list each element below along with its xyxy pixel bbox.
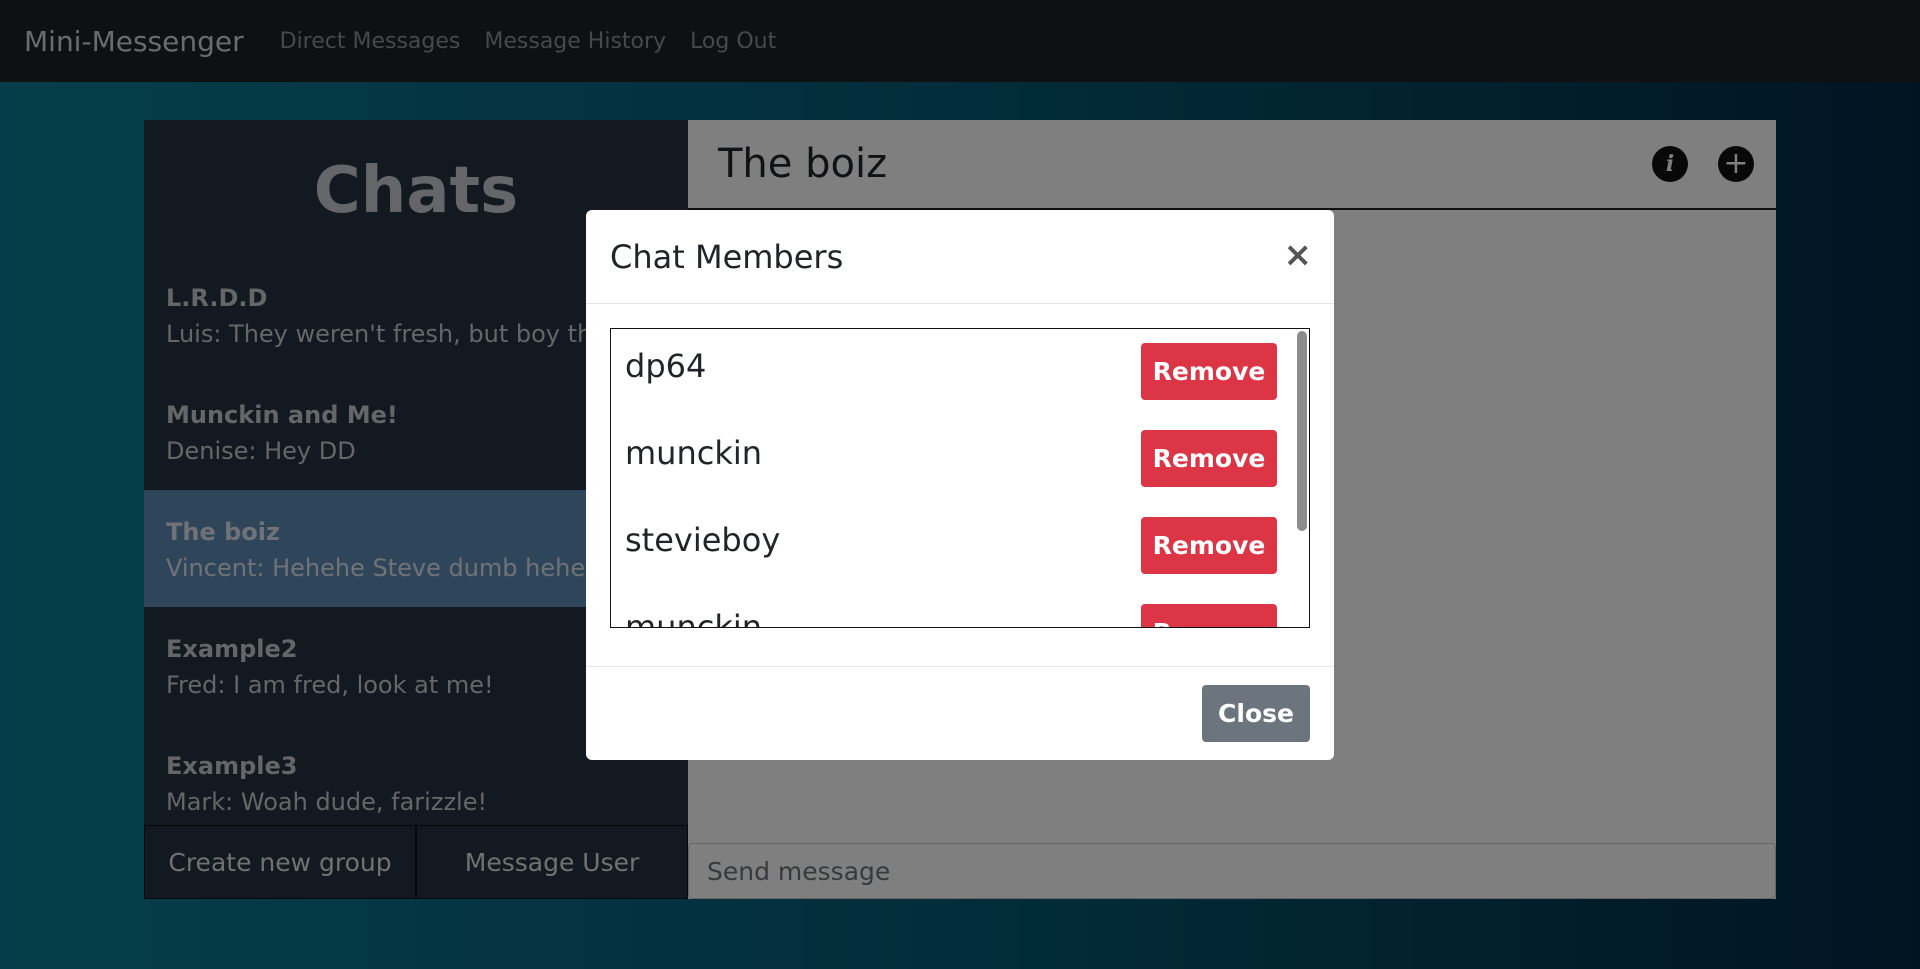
modal-header: Chat Members × [586, 210, 1334, 304]
member-row: dp64 Remove [611, 329, 1309, 416]
modal-body: dp64 Remove munckin Remove stevieboy Rem… [586, 304, 1334, 666]
modal-title: Chat Members [610, 237, 844, 276]
member-list: dp64 Remove munckin Remove stevieboy Rem… [610, 328, 1310, 628]
member-row: munckin Remove [611, 590, 1309, 628]
remove-member-button[interactable]: Remove [1141, 343, 1277, 400]
member-row: stevieboy Remove [611, 503, 1309, 590]
member-name: munckin [625, 608, 763, 628]
remove-member-button[interactable]: Remove [1141, 604, 1277, 627]
member-row: munckin Remove [611, 416, 1309, 503]
remove-member-button[interactable]: Remove [1141, 430, 1277, 487]
member-name: dp64 [625, 347, 707, 385]
member-list-scrollbar[interactable] [1297, 331, 1307, 531]
close-button[interactable]: Close [1202, 685, 1310, 742]
remove-member-button[interactable]: Remove [1141, 517, 1277, 574]
modal-footer: Close [586, 666, 1334, 760]
chat-members-modal: Chat Members × dp64 Remove munckin Remov… [586, 210, 1334, 760]
member-name: munckin [625, 434, 763, 472]
close-icon[interactable]: × [1284, 238, 1313, 272]
member-name: stevieboy [625, 521, 781, 559]
